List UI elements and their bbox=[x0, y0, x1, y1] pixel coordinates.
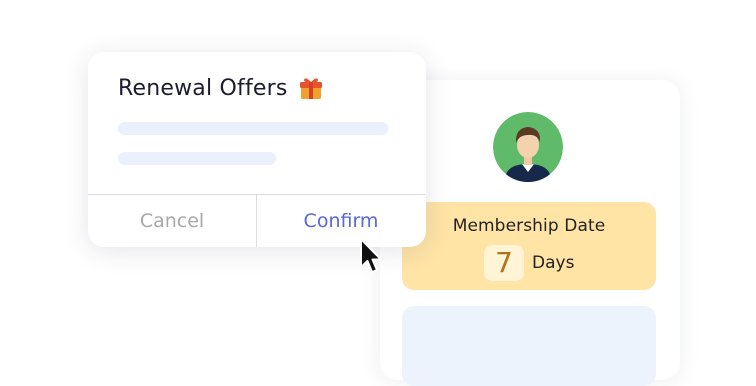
placeholder-panel bbox=[402, 306, 656, 386]
cancel-button[interactable]: Cancel bbox=[88, 195, 256, 247]
days-label: Days bbox=[532, 253, 575, 273]
placeholder-line bbox=[118, 122, 388, 135]
dialog-title: Renewal Offers bbox=[118, 76, 288, 101]
confirm-button[interactable]: Confirm bbox=[257, 195, 425, 247]
avatar bbox=[493, 112, 563, 182]
placeholder-line-short bbox=[118, 152, 276, 165]
membership-title: Membership Date bbox=[452, 216, 606, 236]
user-avatar-icon bbox=[493, 112, 563, 182]
mouse-pointer-icon bbox=[360, 238, 382, 273]
renewal-offers-dialog: Renewal Offers Cancel Confirm bbox=[88, 52, 426, 247]
days-number: 7 bbox=[484, 245, 524, 281]
days-remaining: 7 Days bbox=[484, 245, 574, 281]
gift-icon bbox=[300, 78, 322, 99]
membership-box: Membership Date 7 Days bbox=[402, 202, 656, 290]
